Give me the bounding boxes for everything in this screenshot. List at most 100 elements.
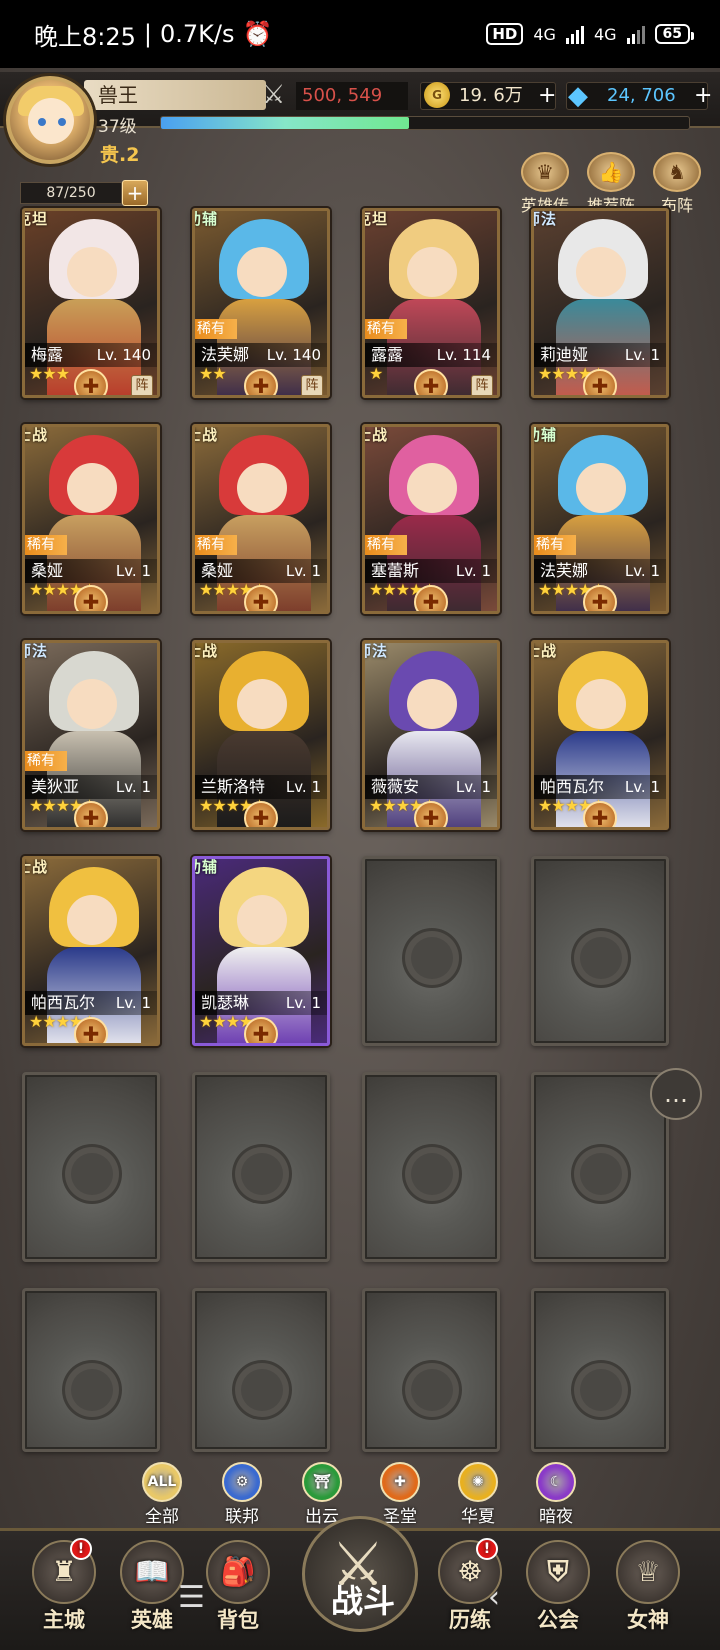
- add-gold-button[interactable]: +: [538, 82, 556, 110]
- nav-label: 公会: [537, 1608, 579, 1632]
- formation-button[interactable]: ♞ 布阵: [646, 152, 708, 216]
- hero-card[interactable]: 战士 帕西瓦尔 Lv. 1 ★★★★★ ✚: [531, 640, 669, 830]
- avatar-eye: [38, 118, 46, 126]
- castle-icon: ♜!: [32, 1538, 96, 1604]
- player-avatar[interactable]: [6, 76, 94, 164]
- notification-badge: !: [70, 1538, 92, 1560]
- bag-icon: 🎒: [206, 1540, 270, 1604]
- expand-slots-button[interactable]: +: [122, 180, 148, 206]
- filter-gear[interactable]: ⚙ 联邦: [212, 1462, 272, 1527]
- battle-button[interactable]: ⚔ 战斗: [302, 1516, 418, 1632]
- eclipse-emblem: [71, 1369, 113, 1411]
- faction-emblem-icon: ✚: [244, 369, 278, 395]
- empty-hero-slot: [192, 1072, 330, 1262]
- hero-card[interactable]: 辅助 凯瑟琳 Lv. 1 ★★★★ ✚: [192, 856, 330, 1046]
- angel-icon: ♕: [616, 1540, 680, 1604]
- chat-bubble-button[interactable]: …: [650, 1068, 702, 1120]
- hero-level: Lv. 1: [115, 994, 151, 1012]
- nav-label: 历练: [449, 1608, 491, 1632]
- filter-label: 联邦: [225, 1507, 259, 1527]
- faction-emblem-icon: ✚: [414, 585, 448, 611]
- empty-hero-slot: [362, 856, 500, 1046]
- hero-face: [237, 463, 287, 513]
- hero-card[interactable]: 战士 帕西瓦尔 Lv. 1 ★★★★★ ✚: [22, 856, 160, 1046]
- nav-label: 英雄: [131, 1608, 173, 1632]
- filter-ALL[interactable]: ALL 全部: [132, 1462, 192, 1527]
- hero-face: [576, 247, 626, 297]
- hero-level: Lv. 1: [624, 562, 660, 580]
- signal-icon: [565, 24, 584, 44]
- hero-face: [237, 679, 287, 729]
- hero-face: [407, 679, 457, 729]
- hero-level: Lv. 1: [455, 778, 491, 796]
- filter-flame[interactable]: ✺ 华夏: [448, 1462, 508, 1527]
- notification-badge: !: [476, 1538, 498, 1560]
- hero-card[interactable]: 法师 薇薇安 Lv. 1 ★★★★★ ✚: [362, 640, 500, 830]
- rarity-tag: 稀有: [365, 319, 407, 339]
- player-name[interactable]: 兽王: [84, 80, 266, 110]
- eclipse-emblem: [411, 1369, 453, 1411]
- hero-role-badge: 战士: [192, 643, 218, 658]
- in-lineup-tag: 阵: [131, 375, 153, 395]
- faction-emblem-icon: ✚: [244, 1017, 278, 1043]
- hero-card[interactable]: 战士 兰斯洛特 Lv. 1 ★★★★★ ✚: [192, 640, 330, 830]
- back-nav-icon[interactable]: ‹: [488, 1580, 500, 1615]
- nav-bag[interactable]: 🎒 背包: [198, 1540, 278, 1634]
- nav-castle[interactable]: ♜! 主城: [24, 1538, 104, 1634]
- hero-face: [237, 247, 287, 297]
- nav-shield[interactable]: ⛨ 公会: [518, 1540, 598, 1634]
- diamond-icon: ◆: [568, 81, 588, 111]
- recommend-lineup-button[interactable]: 👍 推荐阵: [580, 152, 642, 216]
- filter-moon[interactable]: ☾ 暗夜: [526, 1462, 586, 1527]
- hero-card[interactable]: 战士 稀有 塞蕾斯 Lv. 1 ★★★★★ ✚: [362, 424, 500, 614]
- hero-role-badge: 法师: [22, 643, 48, 658]
- hero-role-badge: 战士: [531, 643, 557, 658]
- hero-card[interactable]: 辅助 稀有 法芙娜 Lv. 140 ★★ ✚ 阵: [192, 208, 330, 398]
- empty-hero-slot: [531, 1288, 669, 1452]
- eclipse-emblem: [580, 1369, 622, 1411]
- hero-level: Lv. 1: [285, 778, 321, 796]
- hero-role-badge: 坦克: [362, 211, 388, 226]
- hd-voice-icon: HD: [486, 23, 524, 45]
- hero-face: [67, 247, 117, 297]
- faction-emblem-icon: ✚: [74, 369, 108, 395]
- battle-label: 战斗: [331, 1582, 396, 1620]
- hero-level: Lv. 140: [266, 346, 321, 364]
- hero-card[interactable]: 坦克 梅露 Lv. 140 ★★★ ✚ 阵: [22, 208, 160, 398]
- filter-label: 全部: [145, 1507, 179, 1527]
- network-label-1: 4G: [533, 24, 556, 44]
- hero-face: [67, 679, 117, 729]
- hero-face: [576, 463, 626, 513]
- hero-card[interactable]: 法师 莉迪娅 Lv. 1 ★★★★★ ✚: [531, 208, 669, 398]
- faction-emblem-icon: ✚: [414, 369, 448, 395]
- add-gems-button[interactable]: +: [694, 82, 712, 110]
- hero-face: [576, 679, 626, 729]
- hero-role-badge: 坦克: [22, 211, 48, 226]
- torii-icon: ⛩: [302, 1462, 342, 1502]
- hero-card[interactable]: 战士 稀有 桑娅 Lv. 1 ★★★★★ ✚: [22, 424, 160, 614]
- hero-slot-count: 87/250: [20, 182, 122, 204]
- gold-amount: 19. 6万: [459, 85, 523, 106]
- empty-hero-slot: [192, 1288, 330, 1452]
- empty-hero-slot: [362, 1072, 500, 1262]
- status-divider: |: [143, 20, 152, 48]
- ALL-icon: ALL: [142, 1462, 182, 1502]
- hero-story-button[interactable]: ♛ 英雄传: [514, 152, 576, 216]
- hero-card[interactable]: 法师 稀有 美狄亚 Lv. 1 ★★★★★ ✚: [22, 640, 160, 830]
- signal-icon-2: [626, 24, 645, 44]
- hero-level: Lv. 140: [96, 346, 151, 364]
- faction-filter-bar: [0, 1452, 720, 1516]
- hero-card[interactable]: 战士 稀有 桑娅 Lv. 1 ★★★★★ ✚: [192, 424, 330, 614]
- hero-role-badge: 辅助: [192, 859, 218, 874]
- hero-card[interactable]: 坦克 稀有 露露 Lv. 114 ★ ✚ 阵: [362, 208, 500, 398]
- nav-angel[interactable]: ♕ 女神: [608, 1540, 688, 1634]
- faction-emblem-icon: ✚: [244, 585, 278, 611]
- shield-icon: ⛨: [526, 1540, 590, 1604]
- hero-card[interactable]: 辅助 稀有 法芙娜 Lv. 1 ★★★★★ ✚: [531, 424, 669, 614]
- rarity-tag: 稀有: [25, 751, 67, 771]
- rarity-tag: 稀有: [195, 319, 237, 339]
- hero-face: [407, 463, 457, 513]
- combat-power: 500, 549: [296, 82, 408, 110]
- nav-label: 女神: [627, 1608, 669, 1632]
- menu-nav-icon[interactable]: ☰: [178, 1580, 205, 1615]
